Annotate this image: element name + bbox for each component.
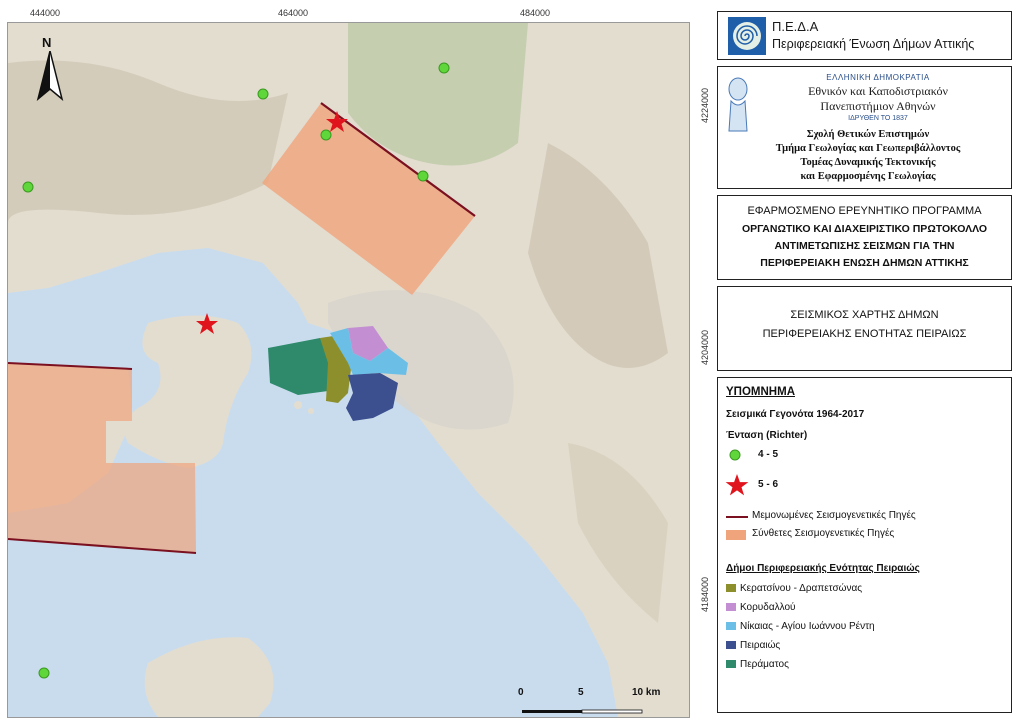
program-line1: ΟΡΓΑΝΩΤΙΚΟ ΚΑΙ ΔΙΑΧΕΙΡΙΣΤΙΚΟ ΠΡΩΤΟΚΟΛΛΟ — [741, 223, 988, 235]
korydallos-label: Κορυδαλλού — [740, 602, 796, 613]
university-panel: ΕΛΛΗΝΙΚΗ ΔΗΜΟΚΡΑΤΙΑ Εθνικόν και Καποδιστ… — [717, 66, 1012, 189]
scalebar-label-10km: 10 km — [632, 687, 661, 698]
coord-label-y-4204000: 4204000 — [700, 329, 710, 365]
scalebar-label-5: 5 — [578, 687, 584, 698]
keratsini-label: Κερατσίνου - Δραπετσώνας — [740, 583, 863, 594]
coord-label-x-484000: 484000 — [520, 8, 551, 18]
events-title: Σεισμικά Γεγονότα 1964-2017 — [726, 409, 865, 420]
program-title: ΕΦΑΡΜΟΣΜΕΝΟ ΕΡΕΥΝΗΤΙΚΟ ΠΡΟΓΡΑΜΜΑ — [747, 205, 982, 217]
north-arrow-icon — [36, 51, 64, 101]
coord-label-x-464000: 464000 — [278, 8, 309, 18]
earthquake-event-4-5 — [417, 170, 429, 182]
municipalities-title: Δήμοι Περιφερειακής Ενότητας Πειραιώς — [726, 563, 920, 574]
composite-source-symbol — [726, 530, 746, 540]
sector-label-line2: και Εφαρμοσμένης Γεωλογίας — [800, 171, 936, 182]
earthquake-event-4-5 — [438, 62, 450, 74]
legend-municipality-korydallos: Κορυδαλλού — [726, 602, 796, 613]
seismic-map-frame: N 0 5 10 km — [7, 22, 690, 718]
department-label: Τμήμα Γεωλογίας και Γεωπεριβάλλοντος — [775, 143, 961, 154]
korydallos-swatch — [726, 603, 736, 612]
legend-municipality-keratsini: Κερατσίνου - Δραπετσώνας — [726, 583, 862, 594]
legend-heading: ΥΠΟΜΝΗΜΑ — [726, 386, 795, 398]
university-name-line1: Εθνικόν και Καποδιστριακόν — [808, 84, 948, 98]
coord-label-x-444000: 444000 — [30, 8, 61, 18]
school-label: Σχολή Θετικών Επιστημών — [806, 129, 930, 140]
map-canvas — [8, 23, 689, 717]
perama-label: Περάματος — [740, 659, 789, 670]
legend-municipality-peiraias: Πειραιώς — [726, 640, 780, 651]
earthquake-event-4-5 — [38, 667, 50, 679]
earthquake-event-4-5 — [22, 181, 34, 193]
peiraias-label: Πειραιώς — [740, 640, 781, 651]
intensity-title: Ένταση (Richter) — [726, 430, 808, 441]
north-arrow: N — [35, 35, 65, 101]
peiraias-swatch — [726, 641, 736, 650]
nikaia-swatch — [726, 622, 736, 631]
islet — [308, 408, 314, 414]
scale-bar — [522, 709, 643, 714]
composite-sources-label: Σύνθετες Σεισμογενετικές Πηγές — [752, 528, 895, 539]
map-title-line2: ΠΕΡΙΦΕΡΕΙΑΚΗΣ ΕΝΟΤΗΤΑΣ ΠΕΙΡΑΙΩΣ — [762, 328, 967, 340]
spiral-logo-icon — [728, 17, 766, 55]
isolated-source-symbol — [726, 516, 748, 518]
map-title-line1: ΣΕΙΣΜΙΚΟΣ ΧΑΡΤΗΣ ΔΗΜΩΝ — [790, 309, 939, 321]
earthquake-event-4-5 — [320, 129, 332, 141]
university-name-line2: Πανεπιστήμιον Αθηνών — [820, 99, 936, 113]
coord-label-y-4224000: 4224000 — [700, 87, 710, 123]
legend-municipality-perama: Περάματος — [726, 659, 789, 670]
program-panel: ΕΦΑΡΜΟΣΜΕΝΟ ΕΡΕΥΝΗΤΙΚΟ ΠΡΟΓΡΑΜΜΑ ΟΡΓΑΝΩΤ… — [717, 195, 1012, 280]
map-title-panel: ΣΕΙΣΜΙΚΟΣ ΧΑΡΤΗΣ ΔΗΜΩΝ ΠΕΡΙΦΕΡΕΙΑΚΗΣ ΕΝΟ… — [717, 286, 1012, 371]
north-arrow-label: N — [42, 35, 52, 50]
islet — [294, 401, 302, 409]
legend-panel: ΥΠΟΜΝΗΜΑ Σεισμικά Γεγονότα 1964-2017 Έντ… — [717, 377, 1012, 713]
keratsini-swatch — [726, 584, 736, 593]
coord-label-y-4184000: 4184000 — [700, 576, 710, 612]
class-5-6-label: 5 - 6 — [758, 479, 779, 490]
sector-label-line1: Τομέας Δυναμικής Τεκτονικής — [800, 157, 936, 168]
perama-swatch — [726, 660, 736, 669]
scalebar-label-0: 0 — [518, 687, 524, 698]
program-line2: ΑΝΤΙΜΕΤΩΠΙΣΗΣ ΣΕΙΣΜΩΝ ΓΙΑ ΤΗΝ — [774, 240, 955, 252]
event-4-5-symbol — [729, 449, 741, 461]
event-5-6-symbol — [725, 474, 749, 496]
peda-header-panel: Π.Ε.Δ.Α Περιφερειακή Ένωση Δήμων Αττικής — [717, 11, 1012, 60]
legend-municipality-nikaia: Νίκαιας - Αγίου Ιωάννου Ρέντη — [726, 621, 875, 632]
state-label: ΕΛΛΗΝΙΚΗ ΔΗΜΟΚΡΑΤΙΑ — [826, 73, 930, 82]
university-founded: ΙΔΡΥΘΕΝ ΤΟ 1837 — [848, 115, 908, 122]
peda-title: Π.Ε.Δ.Α — [772, 19, 819, 34]
program-line3: ΠΕΡΙΦΕΡΕΙΑΚΗ ΕΝΩΣΗ ΔΗΜΩΝ ΑΤΤΙΚΗΣ — [760, 257, 969, 269]
class-4-5-label: 4 - 5 — [758, 449, 779, 460]
peda-subtitle: Περιφερειακή Ένωση Δήμων Αττικής — [772, 37, 975, 51]
nikaia-label: Νίκαιας - Αγίου Ιωάννου Ρέντη — [740, 621, 875, 632]
isolated-sources-label: Μεμονωμένες Σεισμογενετικές Πηγές — [752, 510, 916, 521]
earthquake-event-4-5 — [257, 88, 269, 100]
